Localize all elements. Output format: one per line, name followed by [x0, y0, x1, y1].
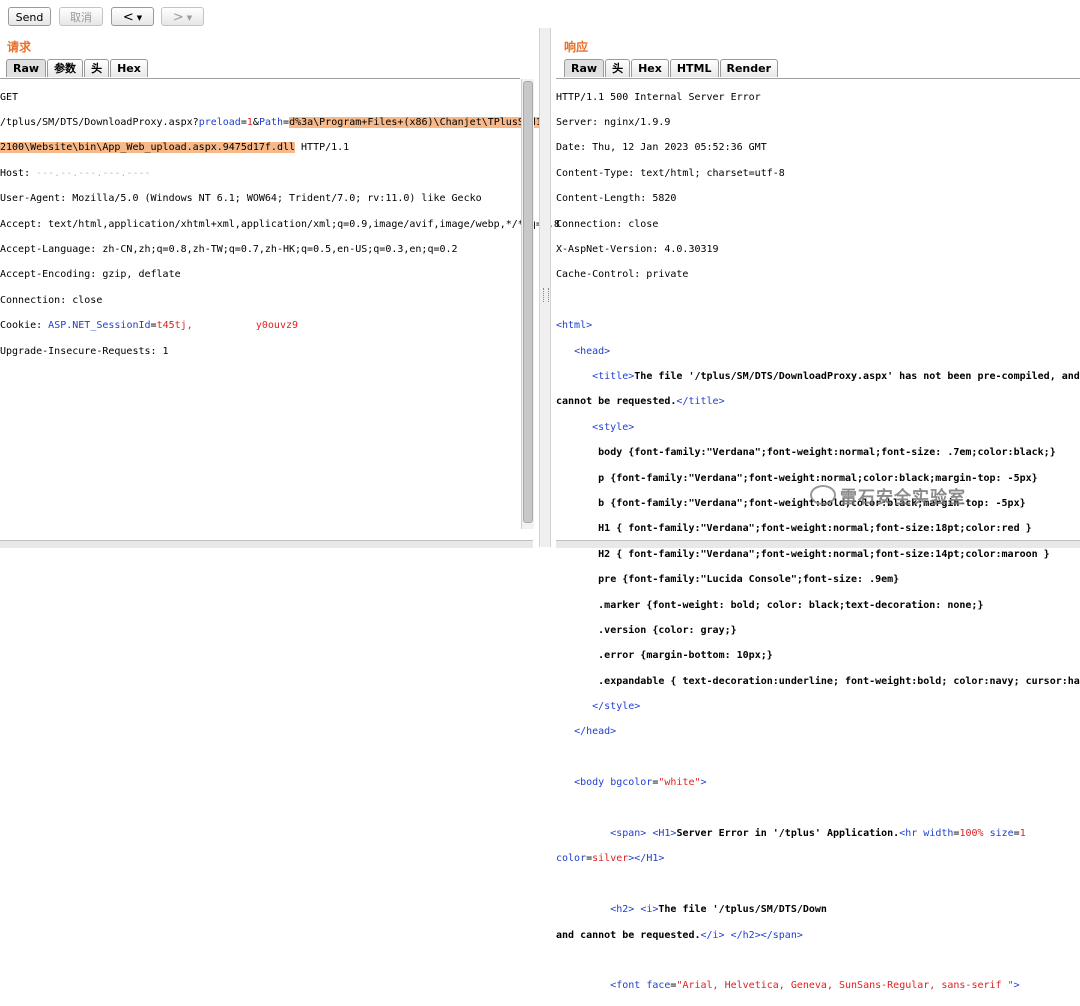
response-title: 响应 — [564, 40, 589, 54]
back-button[interactable]: < ▼ — [111, 7, 154, 26]
selected-path-value: d%3a\Program+Files+(x86)\Chanjet\TPlusSt… — [289, 117, 542, 129]
request-header-line: Accept: text/html,application/xhtml+xml,… — [0, 218, 560, 230]
pane-divider[interactable] — [539, 28, 551, 547]
request-tabs: Raw 参数 头 Hex — [6, 59, 149, 77]
forward-arrow-icon: > — [172, 10, 184, 25]
scrollbar-thumb[interactable] — [523, 81, 533, 523]
request-header-line: Connection: close — [0, 294, 103, 306]
html-line: <span> <H1>Server Error in '/tplus' Appl… — [610, 828, 1026, 840]
wechat-icon — [810, 485, 836, 505]
response-header-line: Date: Thu, 12 Jan 2023 05:52:36 GMT — [556, 142, 767, 154]
grip-icon — [543, 288, 549, 302]
response-header-line: X-AspNet-Version: 4.0.30319 — [556, 244, 719, 256]
tab-hex[interactable]: Hex — [631, 59, 669, 77]
style-line: pre {font-family:"Lucida Console";font-s… — [598, 574, 900, 586]
html-line: <head> — [574, 345, 611, 357]
response-header-line: Content-Length: 5820 — [556, 193, 677, 205]
tab-html[interactable]: HTML — [669, 59, 719, 77]
forward-button[interactable]: > ▼ — [161, 7, 204, 26]
style-line: H2 { font-family:"Verdana";font-weight:n… — [598, 548, 1050, 560]
html-line: color=silver></H1> — [556, 853, 665, 865]
request-header-line: User-Agent: Mozilla/5.0 (Windows NT 6.1;… — [0, 193, 482, 205]
response-header-line: Connection: close — [556, 218, 659, 230]
style-line: .error {margin-bottom: 10px;} — [598, 650, 773, 662]
response-tabs: Raw 头 Hex HTML Render — [564, 59, 779, 77]
tab-headers[interactable]: 头 — [84, 59, 110, 77]
response-editor[interactable]: HTTP/1.1 500 Internal Server Error Serve… — [556, 78, 1080, 991]
html-line: and cannot be requested.</i> </h2></span… — [556, 929, 803, 941]
tab-raw[interactable]: Raw — [6, 59, 47, 77]
tab-headers[interactable]: 头 — [605, 59, 631, 77]
html-line: <h2> <i>The file '/tplus/SM/DTS/Down — [610, 904, 827, 916]
request-title: 请求 — [7, 40, 32, 54]
html-line: <style> — [592, 421, 635, 433]
chevron-down-icon: ▼ — [186, 14, 193, 22]
style-line: .version {color: gray;} — [598, 624, 737, 636]
style-line: H1 { font-family:"Verdana";font-weight:n… — [598, 523, 1032, 535]
html-line: </style> — [592, 701, 641, 713]
cancel-button[interactable]: 取消 — [59, 7, 103, 26]
style-line: .expandable { text-decoration:underline;… — [598, 675, 1080, 687]
watermark: 雷石安全实验室 — [810, 483, 966, 508]
style-line: .marker {font-weight: bold; color: black… — [598, 599, 984, 611]
tab-render[interactable]: Render — [719, 59, 779, 77]
request-line-cookie: Cookie: ASP.NET_SessionId=t45tj, y0ouvz9 — [0, 320, 299, 332]
back-arrow-icon: < — [122, 10, 134, 25]
request-line-path: /tplus/SM/DTS/DownloadProxy.aspx?preload… — [0, 117, 542, 129]
request-scrollbar[interactable] — [521, 79, 534, 529]
html-line: <body bgcolor="white"> — [574, 777, 707, 789]
html-line: </head> — [574, 726, 617, 738]
request-line-path-cont: 2100\Website\bin\App_Web_upload.aspx.947… — [0, 142, 350, 154]
response-header-line: Content-Type: text/html; charset=utf-8 — [556, 167, 785, 179]
request-editor[interactable]: GET /tplus/SM/DTS/DownloadProxy.aspx?pre… — [0, 78, 560, 529]
html-line: cannot be requested.</title> — [556, 396, 725, 408]
send-button[interactable]: Send — [8, 7, 51, 26]
response-header-line: HTTP/1.1 500 Internal Server Error — [556, 91, 761, 103]
tab-raw[interactable]: Raw — [564, 59, 605, 77]
tab-hex[interactable]: Hex — [110, 59, 148, 77]
html-line: <title>The file '/tplus/SM/DTS/DownloadP… — [592, 371, 1080, 382]
request-header-line: Accept-Language: zh-CN,zh;q=0.8,zh-TW;q=… — [0, 244, 458, 256]
request-line-host: Host: ---.--.---.---.---- — [0, 167, 151, 179]
tab-params[interactable]: 参数 — [47, 59, 84, 77]
request-header-line: Accept-Encoding: gzip, deflate — [0, 269, 181, 281]
html-line: <font face="Arial, Helvetica, Geneva, Su… — [610, 980, 1020, 992]
request-line-upgrade: Upgrade-Insecure-Requests: 1 — [0, 345, 169, 357]
request-line-method: GET — [0, 91, 19, 103]
chevron-down-icon: ▼ — [136, 14, 143, 22]
html-line: <html> — [556, 320, 593, 332]
style-line: body {font-family:"Verdana";font-weight:… — [598, 447, 1056, 459]
response-header-line: Cache-Control: private — [556, 269, 689, 281]
response-header-line: Server: nginx/1.9.9 — [556, 117, 671, 129]
